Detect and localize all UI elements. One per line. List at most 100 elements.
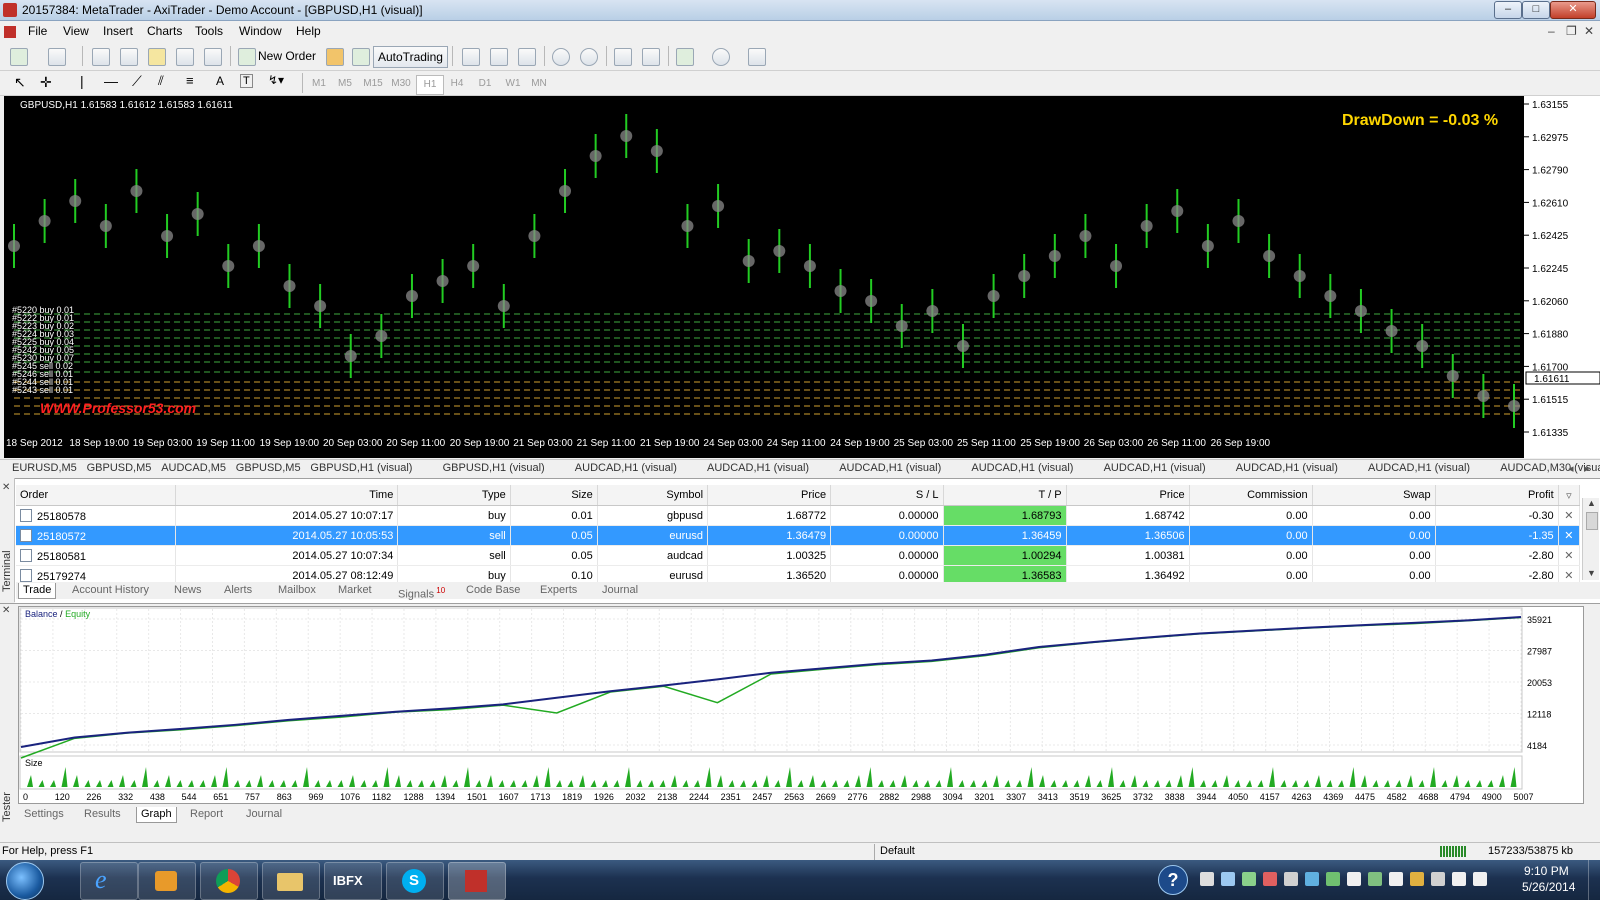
order-row[interactable]: 25180581 2014.05.27 10:07:34 sell 0.05 audca… — [16, 545, 1581, 566]
templates-icon[interactable] — [748, 48, 766, 66]
file-explorer-app[interactable] — [262, 862, 320, 900]
media-player-app[interactable] — [138, 862, 196, 900]
new-order-icon[interactable] — [238, 48, 256, 66]
order-row[interactable]: 25180578 2014.05.27 10:07:17 buy 0.01 gbpusd… — [16, 505, 1581, 526]
terminal-close-icon[interactable]: ✕ — [2, 482, 10, 493]
menu-help[interactable]: Help — [296, 24, 321, 38]
navigator-icon[interactable] — [148, 48, 166, 66]
indicators-icon[interactable] — [676, 48, 694, 66]
strategy-tester-icon[interactable] — [204, 48, 222, 66]
terminal-tab-alerts[interactable]: Alerts — [220, 583, 256, 598]
chart-tab[interactable]: GBPUSD,M5 — [236, 462, 301, 474]
fibonacci-icon[interactable]: ≡ — [186, 73, 194, 88]
chart-tab[interactable]: AUDCAD,M5 — [161, 462, 226, 474]
col-order[interactable]: Order — [16, 485, 176, 506]
col-current-price[interactable]: Price — [1066, 485, 1190, 506]
chart-tab[interactable]: AUDCAD,H1 (visual) — [707, 462, 809, 474]
col-sl[interactable]: S / L — [830, 485, 944, 506]
tray-icon[interactable] — [1242, 872, 1256, 886]
menu-charts[interactable]: Charts — [147, 24, 182, 38]
line-chart-icon[interactable] — [518, 48, 536, 66]
tabs-scroll-right-icon[interactable]: ▸ — [1584, 462, 1590, 475]
tray-icon[interactable] — [1305, 872, 1319, 886]
col-type[interactable]: Type — [397, 485, 511, 506]
minimize-button[interactable]: – — [1494, 1, 1522, 19]
chart-tab[interactable]: AUDCAD,H1 (visual) — [1236, 462, 1338, 474]
terminal-tab-account-history[interactable]: Account History — [68, 583, 153, 598]
mdi-close-icon[interactable]: ✕ — [1584, 24, 1594, 38]
tray-icon[interactable] — [1284, 872, 1298, 886]
terminal-tab-signals[interactable]: Signals 10 — [394, 583, 449, 601]
col-time[interactable]: Time — [175, 485, 399, 506]
tray-icon[interactable] — [1200, 872, 1214, 886]
market-watch-icon[interactable] — [92, 48, 110, 66]
tester-tab-results[interactable]: Results — [80, 807, 125, 822]
col-price[interactable]: Price — [707, 485, 832, 506]
menu-tools[interactable]: Tools — [195, 24, 223, 38]
chrome-app[interactable] — [200, 862, 258, 900]
close-order-icon[interactable]: ✕ — [1558, 545, 1581, 566]
chart-tab[interactable]: AUDCAD,H1 (visual) — [575, 462, 677, 474]
tray-icon[interactable] — [1431, 872, 1445, 886]
timeframe-m5[interactable]: M5 — [332, 75, 358, 93]
ibfx-app[interactable]: IBFX — [324, 862, 382, 900]
crosshair-icon[interactable]: ✛ — [40, 74, 52, 91]
metatrader-app[interactable] — [448, 862, 506, 900]
show-desktop-button[interactable] — [1588, 860, 1600, 900]
tray-icon[interactable] — [1473, 872, 1487, 886]
autotrading-icon[interactable] — [352, 48, 370, 66]
autotrading-button[interactable]: AutoTrading — [373, 46, 448, 68]
tester-tab-settings[interactable]: Settings — [20, 807, 68, 822]
terminal-tab-experts[interactable]: Experts — [536, 583, 581, 598]
close-order-icon[interactable]: ✕ — [1558, 505, 1581, 526]
col-filter-icon[interactable]: ▿ — [1558, 485, 1581, 506]
chart-tab[interactable]: AUDCAD,H1 (visual) — [1104, 462, 1206, 474]
help-tray-icon[interactable]: ? — [1158, 865, 1188, 895]
scroll-down-icon[interactable]: ▼ — [1587, 568, 1596, 578]
timeframe-d1[interactable]: D1 — [472, 75, 498, 93]
col-tp[interactable]: T / P — [943, 485, 1067, 506]
col-commission[interactable]: Commission — [1189, 485, 1313, 506]
menu-view[interactable]: View — [63, 24, 89, 38]
timeframe-m1[interactable]: M1 — [306, 75, 332, 93]
terminal-tab-market[interactable]: Market — [334, 583, 376, 598]
col-symbol[interactable]: Symbol — [597, 485, 709, 506]
col-size[interactable]: Size — [510, 485, 598, 506]
chart-shift-icon[interactable] — [614, 48, 632, 66]
menu-insert[interactable]: Insert — [103, 24, 133, 38]
close-order-icon[interactable]: ✕ — [1558, 525, 1581, 546]
trendline-icon[interactable]: ⟋ — [132, 73, 142, 90]
menu-file[interactable]: File — [28, 24, 47, 38]
tray-icon[interactable] — [1263, 872, 1277, 886]
col-swap[interactable]: Swap — [1312, 485, 1436, 506]
profiles-icon[interactable] — [48, 48, 66, 66]
chart-tab[interactable]: AUDCAD,H1 (visual) — [971, 462, 1073, 474]
scroll-thumb[interactable] — [1586, 512, 1598, 530]
new-order-button[interactable]: New Order — [258, 46, 316, 66]
timeframe-w1[interactable]: W1 — [500, 75, 526, 93]
text-tool-icon[interactable]: A — [216, 74, 224, 88]
candlesticks-icon[interactable] — [490, 48, 508, 66]
skype-app[interactable]: S — [386, 862, 444, 900]
timeframe-mn[interactable]: MN — [526, 75, 552, 93]
tray-icon[interactable] — [1347, 872, 1361, 886]
vertical-line-icon[interactable]: | — [80, 73, 84, 89]
metaeditor-icon[interactable] — [326, 48, 344, 66]
menu-window[interactable]: Window — [239, 24, 282, 38]
tray-icon[interactable] — [1410, 872, 1424, 886]
equidistant-channel-icon[interactable]: ⫽ — [158, 73, 164, 89]
terminal-tab-journal[interactable]: Journal — [598, 583, 642, 598]
timeframe-h1[interactable]: H1 — [416, 75, 444, 95]
terminal-tab-news[interactable]: News — [170, 583, 206, 598]
zoom-out-icon[interactable] — [580, 48, 598, 66]
mdi-minimize-icon[interactable]: – — [1548, 24, 1555, 38]
timeframe-m30[interactable]: M30 — [388, 75, 414, 93]
horizontal-line-icon[interactable]: — — [104, 73, 118, 89]
chart-tab[interactable]: GBPUSD,M5 — [87, 462, 152, 474]
terminal-tab-trade[interactable]: Trade — [18, 583, 57, 599]
timeframe-m15[interactable]: M15 — [360, 75, 386, 93]
timeframe-h4[interactable]: H4 — [444, 75, 470, 93]
scroll-up-icon[interactable]: ▲ — [1587, 498, 1596, 508]
tray-icon[interactable] — [1326, 872, 1340, 886]
chart-tab[interactable]: AUDCAD,H1 (visual) — [839, 462, 941, 474]
